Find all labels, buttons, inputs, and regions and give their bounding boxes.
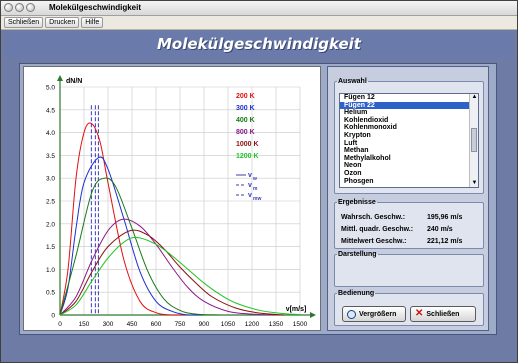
scroll-up-icon[interactable]: ▲ xyxy=(471,94,478,101)
x-tick-label: 150 xyxy=(79,321,90,328)
controls-group-title: Bedienung xyxy=(338,290,375,297)
x-tick-label: 450 xyxy=(127,321,138,328)
y-tick-label: 5.0 xyxy=(46,85,55,92)
velocity-distribution-chart: 0 150 300 450 600 750 900 1050 1200 1350 1500 0 0.5 1… xyxy=(46,75,316,328)
menu-close[interactable]: Schließen xyxy=(4,17,44,28)
display-group-title: Darstellung xyxy=(338,251,377,258)
menu-help[interactable]: Hilfe xyxy=(81,17,104,28)
results-group: Ergebnisse Wahrsch. Geschw.: 195,96 m/s M… xyxy=(334,199,484,249)
selection-group: Auswahl Fügen 12 Fügen 22 Helium Kohlendiox… xyxy=(334,78,484,194)
y-tick-label: 4.5 xyxy=(46,107,55,114)
gas-list-item[interactable]: Phosgen xyxy=(340,178,478,186)
y-tick-label: 3.5 xyxy=(46,153,55,160)
magnifier-icon xyxy=(347,309,356,319)
title-bar: Molekülgeschwindigkeit xyxy=(1,1,517,16)
legend-velocity-label: v xyxy=(248,192,252,199)
result-row-rms-speed: Mittl. quadr. Geschw.: 240 m/s xyxy=(341,226,453,233)
curve-1000-k xyxy=(59,229,285,316)
scroll-thumb[interactable] xyxy=(471,128,477,152)
controls-group: Bedienung Vergrößern ✕ Schließen xyxy=(334,290,484,326)
result-value: 221,12 m/s xyxy=(427,238,463,245)
gas-list-item[interactable]: Luft xyxy=(340,140,478,148)
zoom-button-label: Vergrößern xyxy=(359,310,397,318)
y-tick-label: 0 xyxy=(51,313,55,320)
x-tick-label: 900 xyxy=(199,321,210,328)
x-tick-label: 1050 xyxy=(221,321,236,328)
curve-800-k xyxy=(59,218,277,316)
legend-velocity-sub: m xyxy=(253,186,258,192)
y-axis-arrow-icon xyxy=(57,75,63,81)
gas-list-item[interactable]: Fügen 12 xyxy=(340,94,478,102)
scroll-down-icon[interactable]: ▼ xyxy=(471,180,478,187)
gas-list-item[interactable]: Neon xyxy=(340,162,478,170)
y-axis-label: dN/N xyxy=(66,78,82,85)
legend-velocity-label: v xyxy=(248,172,252,179)
close-x-icon: ✕ xyxy=(415,308,424,319)
y-tick-label: 4.0 xyxy=(46,130,55,137)
gas-list-item[interactable]: Kohlenmonoxid xyxy=(340,124,478,132)
result-value: 240 m/s xyxy=(427,226,453,233)
legend-temp: 1000 K xyxy=(236,141,259,148)
x-tick-label: 1350 xyxy=(269,321,284,328)
listbox-scrollbar[interactable]: ▲ ▼ xyxy=(469,94,478,187)
y-tick-label: 0.5 xyxy=(46,290,55,297)
y-tick-label: 1.5 xyxy=(46,244,55,251)
y-tick-label: 2.5 xyxy=(46,199,55,206)
result-row-probable-speed: Wahrsch. Geschw.: 195,96 m/s xyxy=(341,214,462,221)
x-axis-arrow-icon xyxy=(310,312,316,318)
x-tick-label: 0 xyxy=(58,321,62,328)
selection-group-title: Auswahl xyxy=(338,78,367,85)
gas-list-item[interactable]: Fügen 22 xyxy=(340,101,478,110)
page-title: Molekülgeschwindigkeit xyxy=(157,35,361,53)
close-window-icon[interactable] xyxy=(4,3,13,12)
x-tick-label: 750 xyxy=(175,321,186,328)
legend-velocity-sub: w xyxy=(252,176,257,182)
menu-print[interactable]: Drucken xyxy=(45,17,80,28)
results-group-title: Ergebnisse xyxy=(338,199,376,206)
result-label: Wahrsch. Geschw.: xyxy=(341,214,406,221)
legend-velocity-label: v xyxy=(248,182,252,189)
x-tick-label: 600 xyxy=(151,321,162,328)
y-tick-label: 2.0 xyxy=(46,221,55,228)
legend-temp: 1200 K xyxy=(236,153,259,160)
gas-list-item[interactable]: Methan xyxy=(340,147,478,155)
close-button-label: Schließen xyxy=(426,310,460,318)
legend-temp: 400 K xyxy=(236,117,255,124)
zoom-button[interactable]: Vergrößern xyxy=(342,306,406,322)
window-controls xyxy=(4,3,35,12)
x-tick-label: 1200 xyxy=(245,321,260,328)
x-axis-label: v[m/s] xyxy=(286,306,307,313)
gas-list-item[interactable]: Ozon xyxy=(340,170,478,178)
menu-bar: Schließen Drucken Hilfe xyxy=(1,16,517,30)
chart-area: 0 150 300 450 600 750 900 1050 1200 1350 1500 0 0.5 1… xyxy=(23,66,321,331)
display-group: Darstellung xyxy=(334,251,484,287)
legend-velocity-sub: mw xyxy=(253,196,261,202)
x-tick-label: 300 xyxy=(103,321,114,328)
close-button[interactable]: ✕ Schließen xyxy=(410,306,476,322)
result-row-mean-speed: Mittelwert Geschw.: 221,12 m/s xyxy=(341,238,462,245)
x-tick-label: 1500 xyxy=(293,321,308,328)
gas-list-item[interactable]: Kohlendioxid xyxy=(340,117,478,125)
y-tick-label: 1.0 xyxy=(46,267,55,274)
zoom-window-icon[interactable] xyxy=(26,3,35,12)
gas-listbox[interactable]: Fügen 12 Fügen 22 Helium Kohlendioxid Kohlen… xyxy=(339,93,479,188)
minimize-window-icon[interactable] xyxy=(15,3,24,12)
y-tick-label: 3.0 xyxy=(46,176,55,183)
legend-temp: 300 K xyxy=(236,105,255,112)
legend-temp: 800 K xyxy=(236,129,255,136)
gas-list-item[interactable]: Methylalkohol xyxy=(340,155,478,163)
header-banner: Molekülgeschwindigkeit xyxy=(5,32,513,58)
gas-list-item[interactable]: Krypton xyxy=(340,132,478,140)
window-title: Molekülgeschwindigkeit xyxy=(49,3,142,12)
legend-temp: 200 K xyxy=(236,93,255,100)
result-value: 195,96 m/s xyxy=(427,214,463,221)
result-label: Mittelwert Geschw.: xyxy=(341,238,407,245)
result-label: Mittl. quadr. Geschw.: xyxy=(341,226,414,233)
gas-list-item[interactable]: Helium xyxy=(340,109,478,117)
